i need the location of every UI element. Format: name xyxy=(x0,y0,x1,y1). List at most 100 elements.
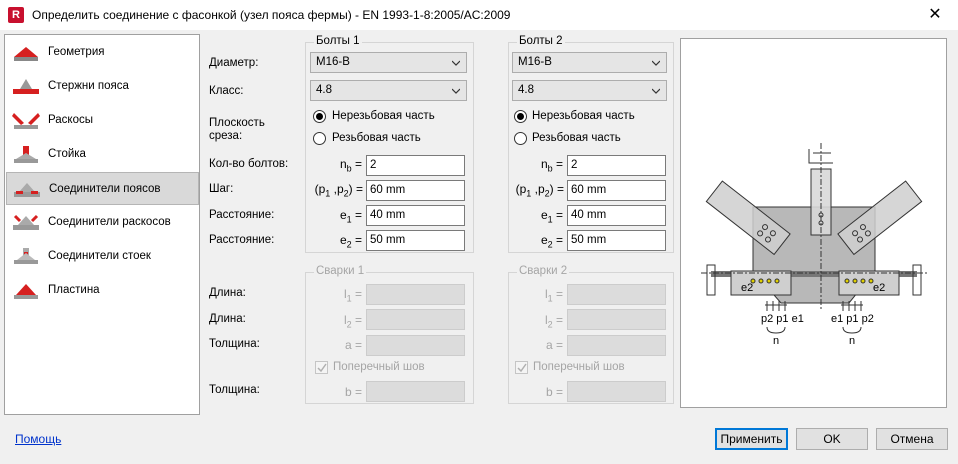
thickness-a-label: Толщина: xyxy=(209,338,260,350)
e1-symbol: e1 = xyxy=(339,208,362,225)
bolts-1-diameter-select[interactable]: M16-B xyxy=(310,52,467,73)
select-value: 4.8 xyxy=(316,84,332,96)
chevron-down-icon xyxy=(652,88,660,94)
bolts-1-title: Болты 1 xyxy=(314,35,362,47)
chevron-down-icon xyxy=(452,60,460,66)
n-right-label: n xyxy=(849,335,855,347)
sidebar-item-label: Соединители раскосов xyxy=(48,216,171,228)
sidebar-item-chord-connectors[interactable]: Соединители поясов xyxy=(6,172,199,205)
sidebar-item-chord-bars[interactable]: Стержни пояса xyxy=(6,70,199,103)
left-dimension-labels: p2 p1 e1 xyxy=(761,313,804,325)
welds-1-a-input[interactable] xyxy=(366,335,465,356)
distance-e1-label: Расстояние: xyxy=(209,209,275,221)
apply-button[interactable]: Применить xyxy=(715,428,788,450)
welds-1-transverse-checkbox[interactable] xyxy=(315,361,328,374)
welds-1-transverse-label: Поперечный шов xyxy=(333,361,425,373)
bolts-2-p-input[interactable]: 60 mm xyxy=(567,180,666,201)
e2-symbol-2: e2 = xyxy=(540,233,563,250)
bolts-2-title: Болты 2 xyxy=(517,35,565,47)
chevron-down-icon xyxy=(652,60,660,66)
ok-button[interactable]: OK xyxy=(796,428,868,450)
bolts-2-threaded-radio[interactable] xyxy=(514,132,527,145)
bolts-1-unthreaded-radio[interactable] xyxy=(313,110,326,123)
bolts-2-e2-input[interactable]: 50 mm xyxy=(567,230,666,251)
welds-1-b-input[interactable] xyxy=(366,381,465,402)
sidebar-item-label: Стойка xyxy=(48,148,86,160)
bolts-2-threaded-label[interactable]: Резьбовая часть xyxy=(532,132,621,144)
connection-preview: e2 e2 p2 p1 e1 e1 p1 p2 n n xyxy=(680,38,947,408)
shear-plane-label-2: среза: xyxy=(209,130,243,142)
a-symbol-2: a = xyxy=(545,338,563,352)
welds-2-a-input[interactable] xyxy=(567,335,666,356)
e2-left-label: e2 xyxy=(741,282,753,294)
chord-bars-icon xyxy=(13,79,39,94)
plate-icon xyxy=(14,284,38,299)
bolts-2-unthreaded-radio[interactable] xyxy=(514,110,527,123)
title-bar: R Определить соединение с фасонкой (узел… xyxy=(0,0,958,30)
l1-symbol-2: l1 = xyxy=(544,287,563,304)
welds-1-l2-input[interactable] xyxy=(366,309,465,330)
a-symbol: a = xyxy=(344,338,362,352)
sidebar-item-label: Раскосы xyxy=(48,114,94,126)
diameter-label: Диаметр: xyxy=(209,57,259,69)
sidebar-item-post[interactable]: Стойка xyxy=(6,138,199,171)
e2-symbol: e2 = xyxy=(339,233,362,250)
welds-2-title: Сварки 2 xyxy=(517,265,570,277)
select-value: M16-B xyxy=(316,56,350,68)
bolts-1-p-input[interactable]: 60 mm xyxy=(366,180,465,201)
b-symbol-2: b = xyxy=(545,385,563,399)
post-connectors-icon xyxy=(14,248,38,264)
shear-plane-label: Плоскость xyxy=(209,117,265,129)
welds-1-l1-input[interactable] xyxy=(366,284,465,305)
post-icon xyxy=(14,146,38,163)
bolts-2-diameter-select[interactable]: M16-B xyxy=(512,52,667,73)
bolts-1-nb-input[interactable]: 2 xyxy=(366,155,465,176)
close-button[interactable]: ✕ xyxy=(912,0,958,30)
length-l2-label: Длина: xyxy=(209,313,246,325)
checkmark-icon xyxy=(317,363,327,373)
diagonals-icon xyxy=(12,113,40,129)
help-link[interactable]: Помощь xyxy=(15,432,61,446)
sidebar-item-label: Соединители поясов xyxy=(49,183,161,195)
bolts-2-unthreaded-label[interactable]: Нерезьбовая часть xyxy=(532,110,635,122)
cancel-button[interactable]: Отмена xyxy=(876,428,948,450)
geometry-icon xyxy=(14,47,38,61)
b-symbol: b = xyxy=(344,385,362,399)
window-title: Определить соединение с фасонкой (узел п… xyxy=(32,8,511,22)
sidebar-item-diagonals[interactable]: Раскосы xyxy=(6,104,199,137)
welds-2-b-input[interactable] xyxy=(567,381,666,402)
bolts-1-threaded-radio[interactable] xyxy=(313,132,326,145)
length-l1-label: Длина: xyxy=(209,287,246,299)
welds-2-l2-input[interactable] xyxy=(567,309,666,330)
sidebar-item-post-connectors[interactable]: Соединители стоек xyxy=(6,240,199,273)
select-value: M16-B xyxy=(518,56,552,68)
nb-symbol: nb = xyxy=(339,157,362,174)
bolts-1-e2-input[interactable]: 50 mm xyxy=(366,230,465,251)
bolts-1-e1-input[interactable]: 40 mm xyxy=(366,205,465,226)
sidebar-item-geometry[interactable]: Геометрия xyxy=(6,36,199,69)
l2-symbol-2: l2 = xyxy=(544,313,563,330)
welds-2-transverse-label: Поперечный шов xyxy=(533,361,625,373)
bolts-1-class-select[interactable]: 4.8 xyxy=(310,80,467,101)
sidebar: Геометрия Стержни пояса Раскосы Стойка С… xyxy=(4,34,200,415)
distance-e2-label: Расстояние: xyxy=(209,234,275,246)
n-left-label: n xyxy=(773,335,779,347)
bolts-2-class-select[interactable]: 4.8 xyxy=(512,80,667,101)
bolts-2-e1-input[interactable]: 40 mm xyxy=(567,205,666,226)
sidebar-item-plate[interactable]: Пластина xyxy=(6,274,199,307)
bolt-count-label: Кол-во болтов: xyxy=(209,158,289,170)
sidebar-item-diagonal-connectors[interactable]: Соединители раскосов xyxy=(6,206,199,239)
right-dimension-labels: e1 p1 p2 xyxy=(831,313,874,325)
e2-right-label: e2 xyxy=(873,282,885,294)
bolts-1-threaded-label[interactable]: Резьбовая часть xyxy=(332,132,421,144)
truss-node-diagram: e2 e2 p2 p1 e1 e1 p1 p2 n n xyxy=(701,143,927,347)
bolts-2-nb-input[interactable]: 2 xyxy=(567,155,666,176)
select-value: 4.8 xyxy=(518,84,534,96)
l1-symbol: l1 = xyxy=(343,287,362,304)
sidebar-item-label: Стержни пояса xyxy=(48,80,129,92)
welds-2-l1-input[interactable] xyxy=(567,284,666,305)
welds-2-transverse-checkbox[interactable] xyxy=(515,361,528,374)
close-icon: ✕ xyxy=(928,6,942,23)
welds-1-title: Сварки 1 xyxy=(314,265,367,277)
bolts-1-unthreaded-label[interactable]: Нерезьбовая часть xyxy=(332,110,435,122)
